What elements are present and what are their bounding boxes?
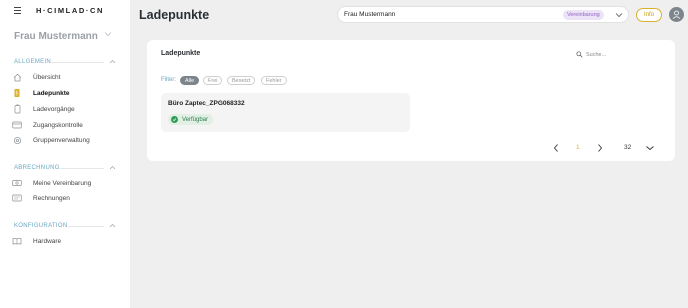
sidebar-item-label: Hardware [33,237,62,245]
sidebar-item-ladevorgaenge[interactable]: Ladevorgänge [12,102,124,116]
chevron-down-icon [646,146,654,151]
divider [68,226,104,227]
filter-chip-alle[interactable]: Alle [180,76,200,85]
settings-icon [12,135,22,145]
filter-chip-besetzt[interactable]: Besetzt [227,76,256,85]
divider [51,62,104,63]
filter-chip-frei[interactable]: Frei [203,76,223,85]
battery-icon [12,104,22,114]
page-size-value: 32 [624,144,632,151]
agreement-badge: Vereinbarung [563,10,604,20]
chevron-down-icon[interactable] [104,30,112,38]
brand-logo: H·CIMLAD·CN [36,6,105,15]
sidebar-item-rechnungen[interactable]: Rechnungen [12,191,124,205]
filter-label: Filter: [161,77,176,83]
chevron-down-icon[interactable] [614,10,624,20]
money-icon [12,178,22,188]
invoice-icon [12,193,22,203]
divider [60,168,104,169]
chevron-right-icon[interactable] [596,143,604,153]
charging-station-icon [12,88,22,98]
filter-chip-fehler[interactable]: Fehler [261,76,287,85]
sidebar-item-label: Ladepunkte [33,89,70,97]
sidebar-item-zugangskontrolle[interactable]: Zugangskontrolle [12,118,124,132]
user-select-value: Frau Mustermann [344,11,396,18]
sidebar-item-label: Zugangskontrolle [33,121,83,129]
sidebar-item-label: Rechnungen [33,194,70,202]
charge-points-card: Ladepunkte Filter: Alle Frei Besetzt Feh… [147,40,675,161]
search-input[interactable] [586,50,652,59]
charge-point-name: Büro Zaptec_ZPG068332 [168,100,245,107]
user-icon [672,10,681,19]
sidebar-item-hardware[interactable]: Hardware [12,234,124,248]
book-icon [12,236,22,246]
card-icon [12,120,22,130]
chevron-left-icon[interactable] [552,143,560,153]
search-box[interactable] [570,48,656,61]
charge-point-card[interactable]: Büro Zaptec_ZPG068332 Verfügbar [161,93,410,132]
page-size-select[interactable]: 32 [617,141,663,154]
home-icon [12,72,22,82]
status-badge: Verfügbar [168,114,214,125]
section-title-allgemein: ALLGEMEIN [14,59,52,65]
menu-icon[interactable] [14,7,21,14]
sidebar: H·CIMLAD·CN Frau Mustermann ALLGEMEIN Üb… [0,0,130,308]
account-selector[interactable]: Frau Mustermann [14,31,98,42]
section-title-abrechnung: ABRECHNUNG [14,165,60,171]
status-text: Verfügbar [182,116,209,123]
info-button[interactable]: Info [636,8,662,22]
sidebar-item-label: Gruppenverwaltung [33,136,90,144]
sidebar-item-uebersicht[interactable]: Übersicht [12,70,124,84]
search-icon [576,51,583,58]
pagination-current-page[interactable]: 1 [576,144,580,151]
check-icon [171,116,178,123]
chevron-up-icon[interactable] [109,223,116,229]
sidebar-item-gruppenverwaltung[interactable]: Gruppenverwaltung [12,133,124,147]
sidebar-item-ladepunkte[interactable]: Ladepunkte [12,86,124,100]
avatar[interactable] [669,7,684,22]
sidebar-item-label: Meine Vereinbarung [33,179,92,187]
section-title-konfiguration: KONFIGURATION [14,223,68,229]
sidebar-item-label: Ladevorgänge [33,105,75,113]
sidebar-item-meine-vereinbarung[interactable]: Meine Vereinbarung [12,176,124,190]
card-title: Ladepunkte [161,50,201,57]
page-title: Ladepunkte [139,8,210,22]
sidebar-item-label: Übersicht [33,73,61,81]
chevron-up-icon[interactable] [109,59,116,65]
user-select[interactable]: Frau Mustermann Vereinbarung [337,6,629,23]
chevron-up-icon[interactable] [109,165,116,171]
